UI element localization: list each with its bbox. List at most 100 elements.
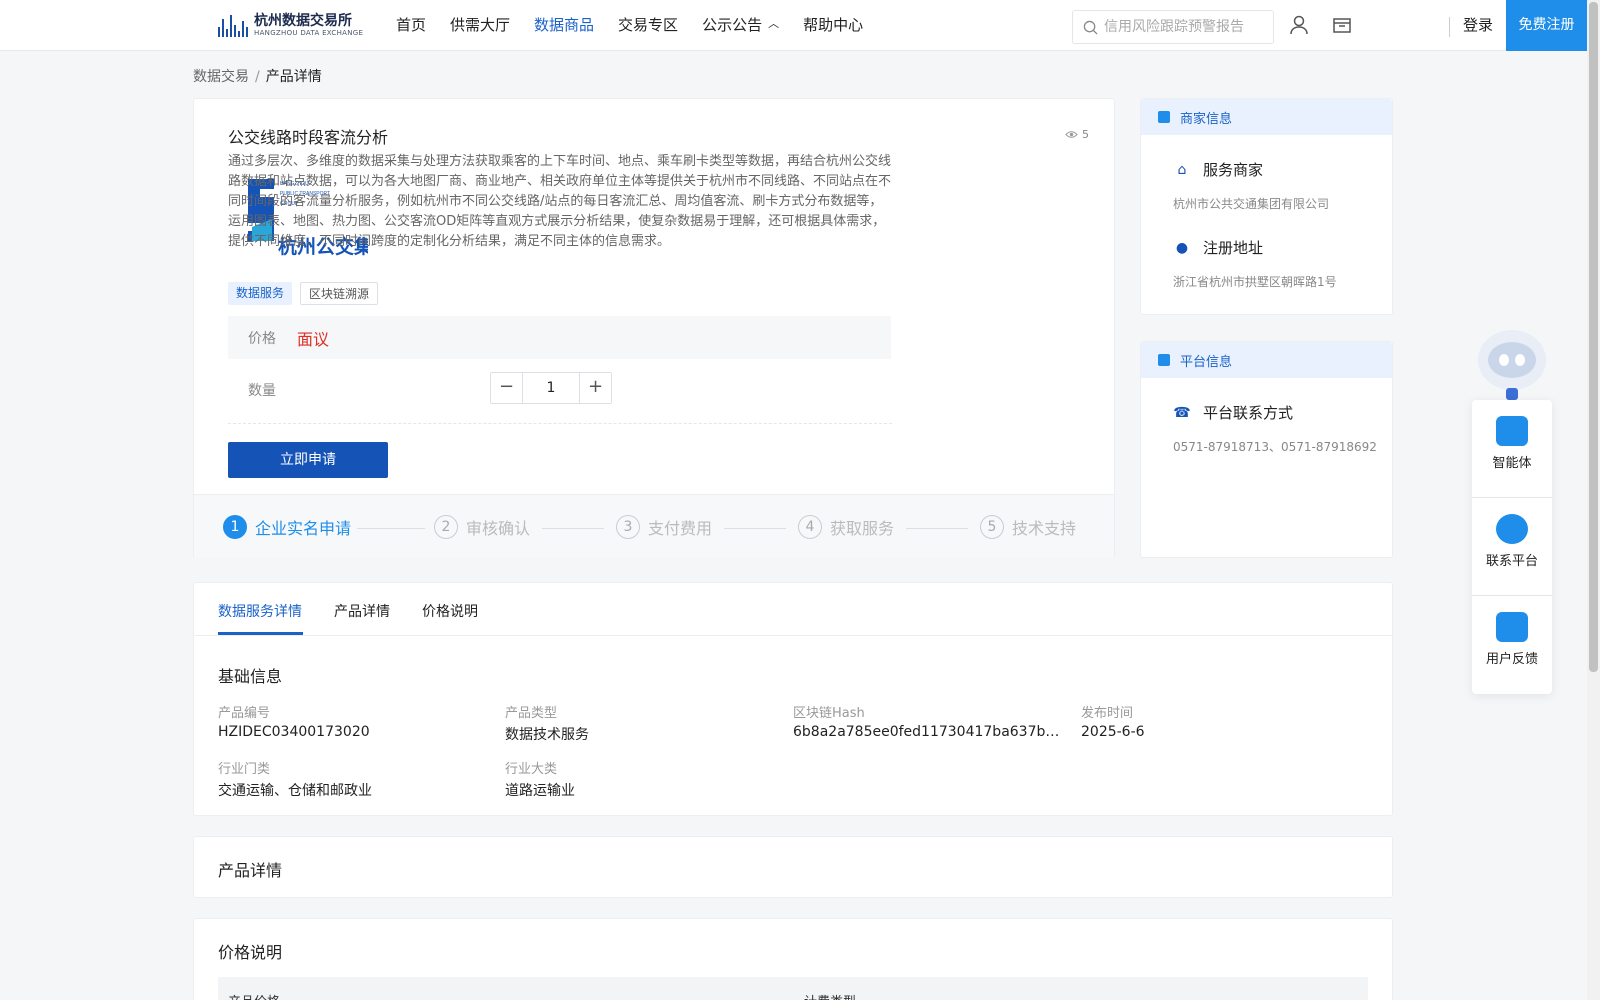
platform-contact-label: 平台联系方式 <box>1203 404 1294 422</box>
breadcrumb-separator: / <box>255 69 260 85</box>
nav-data-products[interactable]: 数据商品 <box>534 0 594 50</box>
merchant-card-header: 商家信息 <box>1141 99 1392 135</box>
nav-help[interactable]: 帮助中心 <box>803 0 863 50</box>
logo-mark-icon <box>218 13 248 37</box>
step-connector <box>906 528 968 529</box>
nav-home[interactable]: 首页 <box>396 0 426 50</box>
quantity-input[interactable]: 1 <box>523 373 579 403</box>
field-product-id-label: 产品编号 <box>218 706 271 721</box>
breadcrumb-current: 产品详情 <box>265 69 322 85</box>
step-connector <box>542 528 604 529</box>
product-title: 公交线路时段客流分析 <box>228 128 389 147</box>
price-table-col-price: 产品价格 <box>228 991 280 1000</box>
assistant-robot-icon[interactable] <box>1472 326 1552 402</box>
field-hash-label: 区块链Hash <box>793 706 865 721</box>
platform-contact-row: ☎ 平台联系方式 <box>1173 402 1293 423</box>
logo-subtitle: HANGZHOU DATA EXCHANGE <box>254 28 364 37</box>
main-nav: 首页 供需大厅 数据商品 交易专区 公示公告 ︿ 帮助中心 <box>396 0 887 50</box>
location-pin-icon: ● <box>1175 239 1189 256</box>
price-description-section: 价格说明 产品价格 计费类型 <box>193 918 1393 1000</box>
field-industry-category-label: 行业门类 <box>218 762 271 777</box>
float-ai-agent-label: 智能体 <box>1492 456 1532 471</box>
headset-icon <box>1496 514 1528 544</box>
quantity-plus-button[interactable]: + <box>579 373 611 403</box>
field-hash-value: 6b8a2a785ee0fed11730417ba637bc4b10... <box>793 724 1065 740</box>
float-contact-platform[interactable]: 联系平台 <box>1472 498 1552 594</box>
tag-blockchain: 区块链溯源 <box>300 282 379 305</box>
merchant-card-title: 商家信息 <box>1180 111 1233 127</box>
step-connector <box>357 528 425 529</box>
step-connector <box>724 528 786 529</box>
service-merchant-value: 杭州市公共交通集团有限公司 <box>1173 197 1330 211</box>
address-row: ● 注册地址 <box>1173 237 1263 258</box>
active-tab-indicator <box>218 632 303 635</box>
quantity-minus-button[interactable]: − <box>491 373 523 403</box>
price-table-col-billing: 计费类型 <box>804 991 856 1000</box>
product-detail-title: 产品详情 <box>218 861 283 880</box>
field-product-type-value: 数据技术服务 <box>505 727 589 743</box>
tag-data-service: 数据服务 <box>228 282 293 305</box>
store-icon <box>1158 111 1170 123</box>
nav-trade-zone[interactable]: 交易专区 <box>618 0 678 50</box>
platform-card-title: 平台信息 <box>1180 354 1233 370</box>
step-1-label: 企业实名申请 <box>255 519 352 538</box>
step-3-label: 支付费用 <box>648 519 713 538</box>
step-5: 5 技术支持 <box>980 515 1076 539</box>
page-scrollbar[interactable] <box>1587 0 1600 1000</box>
nav-announcements[interactable]: 公示公告 ︿ <box>702 0 779 50</box>
ai-bot-icon <box>1496 416 1528 446</box>
step-2: 2 审核确认 <box>434 515 530 539</box>
product-tags: 数据服务 区块链溯源 <box>228 282 379 305</box>
detail-tabs: 数据服务详情 产品详情 价格说明 <box>194 583 1392 636</box>
nav-supply-demand[interactable]: 供需大厅 <box>450 0 510 50</box>
field-product-type-label: 产品类型 <box>505 706 558 721</box>
search-box[interactable] <box>1072 10 1274 44</box>
login-link[interactable]: 登录 <box>1463 0 1493 50</box>
step-3: 3 支付费用 <box>616 515 712 539</box>
search-input[interactable] <box>1104 19 1264 35</box>
step-4: 4 获取服务 <box>798 515 894 539</box>
breadcrumb: 数据交易 / 产品详情 <box>193 66 322 86</box>
float-ai-agent[interactable]: 智能体 <box>1472 400 1552 496</box>
float-contact-label: 联系平台 <box>1485 554 1538 569</box>
feedback-icon <box>1496 612 1528 642</box>
info-icon <box>1158 354 1170 366</box>
register-button[interactable]: 免费注册 <box>1506 0 1587 51</box>
service-merchant-label: 服务商家 <box>1203 161 1264 179</box>
shop-icon[interactable] <box>1331 14 1353 36</box>
price-table-header: 产品价格 计费类型 <box>218 977 1368 1000</box>
float-feedback[interactable]: 用户反馈 <box>1472 596 1552 692</box>
header-divider <box>1449 17 1450 37</box>
step-1: 1 企业实名申请 <box>223 515 351 539</box>
platform-card: 平台信息 ☎ 平台联系方式 0571-87918713、0571-87918692 <box>1140 341 1393 558</box>
user-icon[interactable] <box>1288 14 1310 36</box>
tab-data-service-detail[interactable]: 数据服务详情 <box>218 601 302 621</box>
service-merchant-row: ⌂ 服务商家 <box>1173 159 1263 180</box>
apply-button[interactable]: 立即申请 <box>228 442 388 478</box>
price-box: 价格 面议 <box>228 316 891 359</box>
tab-price-description[interactable]: 价格说明 <box>422 601 478 621</box>
field-product-id-value: HZIDEC03400173020 <box>218 724 370 740</box>
quantity-label: 数量 <box>248 383 276 399</box>
step-5-label: 技术支持 <box>1012 519 1077 538</box>
logo-title: 杭州数据交易所 <box>254 12 352 29</box>
field-publish-time-value: 2025-6-6 <box>1081 724 1145 740</box>
step-3-number: 3 <box>616 515 640 539</box>
step-2-label: 审核确认 <box>466 519 531 538</box>
detail-card: 数据服务详情 产品详情 价格说明 基础信息 产品编号 HZIDEC0340017… <box>193 582 1393 816</box>
home-icon: ⌂ <box>1177 161 1187 178</box>
eye-icon <box>1065 131 1078 138</box>
platform-contact-value: 0571-87918713、0571-87918692 <box>1173 440 1377 454</box>
field-industry-class-label: 行业大类 <box>505 762 558 777</box>
price-label: 价格 <box>248 331 276 347</box>
float-feedback-label: 用户反馈 <box>1485 652 1538 667</box>
product-description: 通过多层次、多维度的数据采集与处理方法获取乘客的上下车时间、地点、乘车刷卡类型等… <box>228 154 892 249</box>
nav-announcements-label: 公示公告 <box>702 16 763 34</box>
site-logo[interactable]: 杭州数据交易所 HANGZHOU DATA EXCHANGE <box>218 10 363 40</box>
address-value: 浙江省杭州市拱墅区朝晖路1号 <box>1173 275 1337 289</box>
breadcrumb-parent[interactable]: 数据交易 <box>193 69 249 85</box>
tab-product-detail[interactable]: 产品详情 <box>334 601 390 621</box>
divider <box>228 423 892 424</box>
step-1-number: 1 <box>223 515 247 539</box>
scrollbar-thumb[interactable] <box>1589 2 1598 672</box>
